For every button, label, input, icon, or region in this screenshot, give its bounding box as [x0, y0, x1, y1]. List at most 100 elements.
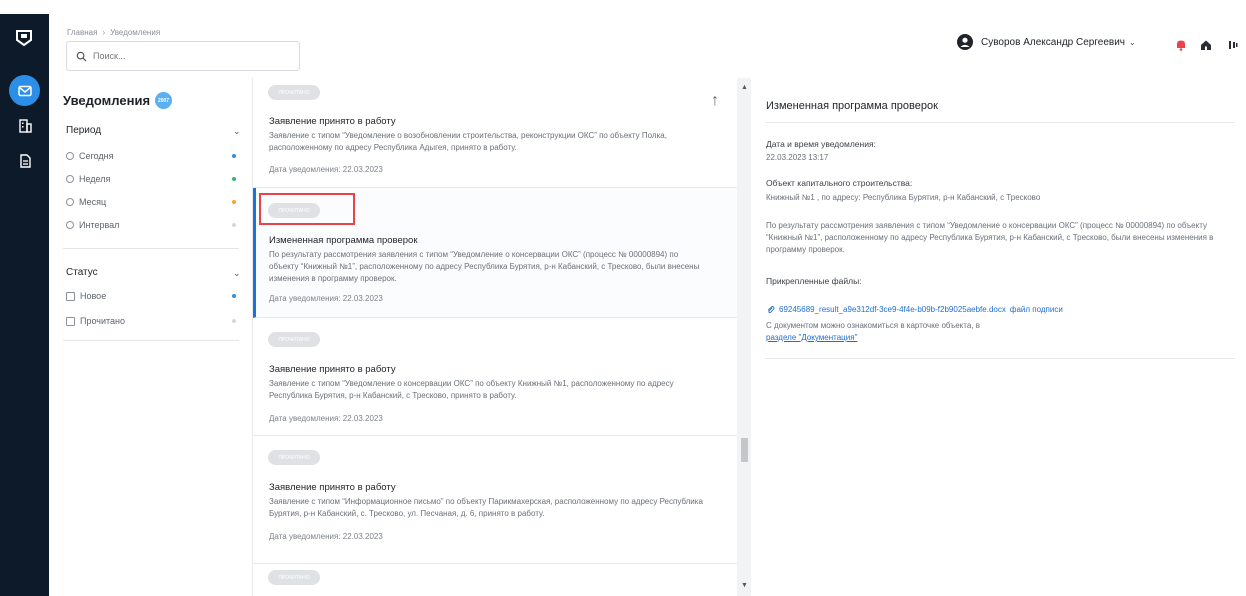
detail-datetime-label: Дата и время уведомления:	[766, 139, 876, 149]
attached-file-link[interactable]: 69245689_result_a9e312df-3ce9-4f4e-b09b-…	[779, 305, 1006, 314]
detail-divider	[765, 358, 1235, 359]
radio-button[interactable]	[66, 221, 74, 229]
document-icon	[19, 153, 31, 168]
radio-button[interactable]	[66, 152, 74, 160]
notification-date: Дата уведомления: 22.03.2023	[269, 165, 383, 174]
period-option-label: Неделя	[79, 174, 111, 184]
status-badge: ПРОЧИТАНО	[268, 332, 320, 347]
period-option-label: Интервал	[79, 220, 120, 230]
user-menu[interactable]: Суворов Александр Сергеевич ⌄	[957, 34, 1136, 50]
notification-text: Заявление с типом “Уведомление о возобно…	[269, 131, 667, 152]
interval-dot	[232, 223, 236, 227]
detail-object-value: Книжный №1 , по адресу: Республика Бурят…	[766, 193, 1041, 202]
search-input[interactable]	[93, 51, 273, 61]
radio-button[interactable]	[66, 198, 74, 206]
detail-body: По результату рассмотрения заявления с т…	[766, 221, 1214, 254]
rail-notifications-button[interactable]	[9, 75, 40, 106]
scrollbar-thumb[interactable]	[741, 438, 748, 462]
notification-date: Дата уведомления: 22.03.2023	[269, 532, 383, 541]
filters-panel: Уведомления 2007 Период ⌄ Сегодня Неделя…	[49, 78, 253, 596]
mail-icon	[17, 85, 32, 96]
new-dot	[232, 294, 236, 298]
status-filter-label[interactable]: Статус	[66, 267, 98, 278]
notifications-list: ПРОЧИТАНО Заявление принято в работу Зая…	[253, 78, 737, 596]
scroll-to-top-icon[interactable]: ↑	[711, 92, 719, 110]
notification-text: Заявление с типом “Уведомление о консерв…	[269, 379, 674, 400]
detail-doc-note: С документом можно ознакомиться в карточ…	[766, 321, 980, 330]
breadcrumb-home[interactable]: Главная	[67, 28, 97, 37]
paperclip-icon	[767, 306, 775, 314]
list-item[interactable]: ПРОЧИТАНО Заявление принято в работу Зая…	[253, 78, 737, 188]
chevron-down-icon[interactable]: ⌄	[233, 268, 241, 279]
status-badge: ПРОЧИТАНО	[268, 450, 320, 465]
checkbox[interactable]	[66, 316, 75, 326]
detail-title: Измененная программа проверок	[766, 100, 938, 112]
logout-icon[interactable]	[1226, 38, 1240, 52]
notification-date: Дата уведомления: 22.03.2023	[269, 294, 383, 303]
notifications-count-badge: 2007	[155, 92, 173, 109]
notifications-title-text: Уведомления	[63, 93, 151, 108]
period-option-interval[interactable]: Интервал	[66, 220, 119, 230]
scroll-down-arrow-icon[interactable]: ▼	[741, 582, 748, 589]
notification-title: Заявление принято в работу	[269, 482, 396, 493]
bell-icon[interactable]	[1174, 38, 1188, 52]
period-option-month[interactable]: Месяц	[66, 197, 106, 207]
status-badge: ПРОЧИТАНО	[268, 570, 320, 585]
detail-object-label: Объект капитального строительства:	[766, 178, 913, 188]
documentation-link[interactable]: разделе "Документация"	[766, 333, 857, 342]
period-option-today[interactable]: Сегодня	[66, 151, 114, 161]
status-option-new[interactable]: Новое	[66, 291, 106, 301]
building-icon	[18, 118, 32, 133]
status-badge: ПРОЧИТАНО	[268, 85, 320, 100]
user-avatar-icon	[957, 34, 973, 50]
search-icon	[76, 51, 87, 62]
detail-divider	[765, 122, 1235, 123]
attached-file-row: 69245689_result_a9e312df-3ce9-4f4e-b09b-…	[766, 305, 1063, 314]
breadcrumb: Главная › Уведомления	[67, 28, 160, 37]
rail-objects-button[interactable]	[9, 110, 40, 141]
annotation-highlight-box	[259, 193, 355, 225]
detail-files-label: Прикрепленные файлы:	[766, 276, 862, 286]
notification-date: Дата уведомления: 22.03.2023	[269, 414, 383, 423]
list-scrollbar[interactable]: ▲ ▼	[737, 78, 751, 596]
chevron-down-icon[interactable]: ⌄	[233, 126, 241, 137]
month-dot	[232, 200, 236, 204]
period-option-label: Месяц	[79, 197, 107, 207]
home-icon[interactable]	[1199, 38, 1213, 52]
app-logo-icon[interactable]	[14, 28, 34, 48]
breadcrumb-current: Уведомления	[110, 28, 161, 37]
list-item[interactable]: ПРОЧИТАНО Заявление принято в работу Зая…	[253, 436, 737, 564]
user-name: Суворов Александр Сергеевич	[981, 36, 1126, 48]
notification-detail-panel: Измененная программа проверок Дата и вре…	[751, 78, 1246, 596]
period-filter-label[interactable]: Период	[66, 125, 101, 136]
today-dot	[232, 154, 236, 158]
read-dot	[232, 319, 236, 323]
chevron-down-icon: ⌄	[1129, 37, 1136, 47]
notification-title: Заявление принято в работу	[269, 116, 396, 127]
filter-divider	[63, 248, 239, 249]
notification-text: Заявление с типом “Информационное письмо…	[269, 497, 703, 518]
checkbox[interactable]	[66, 291, 75, 301]
signature-file-link[interactable]: файл подписи	[1010, 305, 1063, 314]
notification-title: Измененная программа проверок	[269, 235, 418, 246]
status-option-label: Прочитано	[80, 316, 125, 326]
status-option-read[interactable]: Прочитано	[66, 316, 125, 326]
list-item[interactable]: ПРОЧИТАНО	[253, 564, 737, 596]
search-box[interactable]	[66, 41, 300, 71]
rail-documents-button[interactable]	[9, 145, 40, 176]
breadcrumb-separator: ›	[102, 28, 106, 37]
detail-datetime-value: 22.03.2023 13:17	[766, 153, 829, 162]
status-option-label: Новое	[80, 291, 107, 301]
period-option-week[interactable]: Неделя	[66, 174, 110, 184]
notification-title: Заявление принято в работу	[269, 364, 396, 375]
top-bar: Главная › Уведомления Суворов Александр Се…	[49, 14, 1246, 78]
notifications-title: Уведомления 2007	[63, 92, 173, 109]
scroll-up-arrow-icon[interactable]: ▲	[741, 84, 748, 91]
week-dot	[232, 177, 236, 181]
period-option-label: Сегодня	[79, 151, 114, 161]
filter-divider	[63, 340, 239, 341]
list-item[interactable]: ПРОЧИТАНО Заявление принято в работу Зая…	[253, 318, 737, 436]
app-rail	[0, 14, 49, 596]
radio-button[interactable]	[66, 175, 74, 183]
notification-text: По результату рассмотрения заявления с т…	[269, 250, 700, 283]
